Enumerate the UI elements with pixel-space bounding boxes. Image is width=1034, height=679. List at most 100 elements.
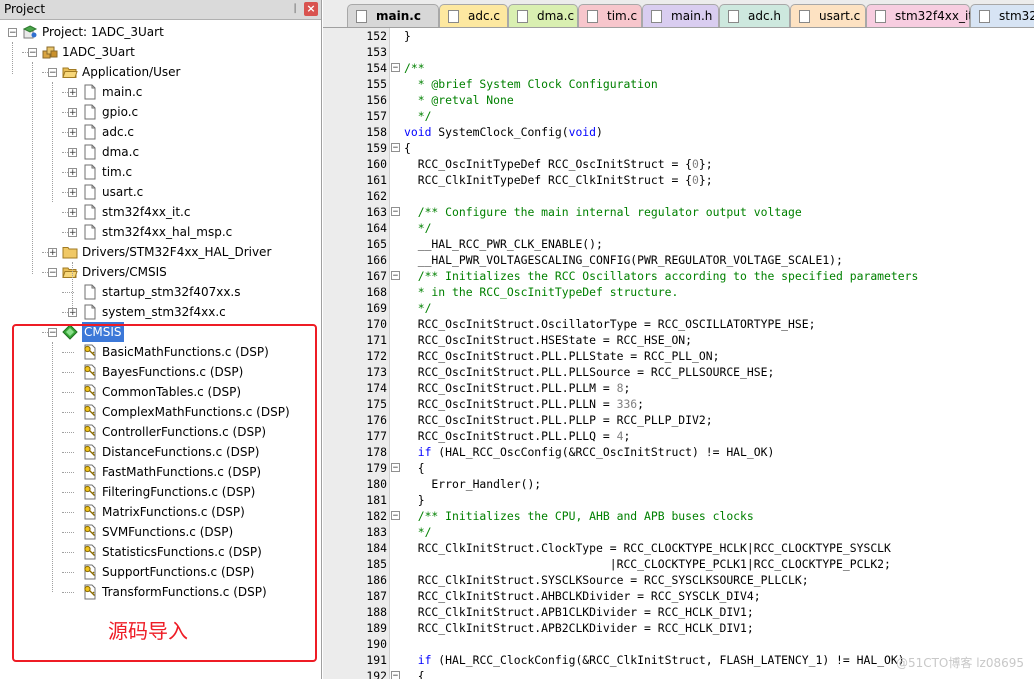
tree-item[interactable]: + usart.c	[0, 182, 318, 202]
expand-icon[interactable]: +	[68, 88, 77, 98]
fold-collapse-icon[interactable]: −	[391, 143, 400, 153]
code-line[interactable]: 165 __HAL_RCC_PWR_CLK_ENABLE();	[323, 236, 1034, 252]
code-line[interactable]: 187 RCC_ClkInitStruct.AHBCLKDivider = RC…	[323, 588, 1034, 604]
fold-collapse-icon[interactable]: −	[391, 511, 400, 521]
tab-adc-h[interactable]: adc.h	[719, 4, 790, 27]
tab-main-h[interactable]: main.h	[642, 4, 719, 27]
code-line[interactable]: 180 Error_Handler();	[323, 476, 1034, 492]
tree-item[interactable]: − Drivers/CMSIS	[0, 262, 318, 282]
tree-item[interactable]: startup_stm32f407xx.s	[0, 282, 318, 302]
code-text: {	[404, 669, 425, 679]
code-text: RCC_OscInitStruct.PLL.PLLM = 8;	[404, 381, 631, 395]
expand-icon[interactable]: +	[68, 228, 77, 238]
tab-stm32f4xx-it-c[interactable]: stm32f4xx_it.c	[866, 4, 983, 27]
line-number: 189	[366, 621, 387, 635]
tree-item[interactable]: + Drivers/STM32F4xx_HAL_Driver	[0, 242, 318, 262]
code-line[interactable]: 185 |RCC_CLOCKTYPE_PCLK1|RCC_CLOCKTYPE_P…	[323, 556, 1034, 572]
tree-item[interactable]: + main.c	[0, 82, 318, 102]
tree-item[interactable]: − 1ADC_3Uart	[0, 42, 318, 62]
tree-guide-line	[32, 62, 33, 274]
code-line[interactable]: 177 RCC_OscInitStruct.PLL.PLLQ = 4;	[323, 428, 1034, 444]
code-line[interactable]: 157 */	[323, 108, 1034, 124]
tree-item[interactable]: + stm32f4xx_hal_msp.c	[0, 222, 318, 242]
code-line[interactable]: 156 * @retval None	[323, 92, 1034, 108]
code-line[interactable]: 158 void SystemClock_Config(void)	[323, 124, 1034, 140]
code-line[interactable]: 170 RCC_OscInitStruct.OscillatorType = R…	[323, 316, 1034, 332]
tree-item[interactable]: + stm32f4xx_it.c	[0, 202, 318, 222]
code-line[interactable]: 182− /** Initializes the CPU, AHB and AP…	[323, 508, 1034, 524]
expand-icon[interactable]: +	[68, 148, 77, 158]
fold-collapse-icon[interactable]: −	[391, 671, 400, 679]
code-line[interactable]: 173 RCC_OscInitStruct.PLL.PLLSource = RC…	[323, 364, 1034, 380]
line-number: 178	[366, 445, 387, 459]
expand-icon[interactable]: +	[68, 128, 77, 138]
code-line[interactable]: 188 RCC_ClkInitStruct.APB1CLKDivider = R…	[323, 604, 1034, 620]
code-line[interactable]: 183 */	[323, 524, 1034, 540]
code-line[interactable]: 155 * @brief System Clock Configuration	[323, 76, 1034, 92]
pin-icon[interactable]: ᛁ	[288, 2, 302, 16]
code-line[interactable]: 154−/**	[323, 60, 1034, 76]
line-number: 172	[366, 349, 387, 363]
tab-stm32f4xx[interactable]: stm32f4xx	[970, 4, 1034, 27]
code-line[interactable]: 159−{	[323, 140, 1034, 156]
line-number: 154	[366, 61, 387, 75]
expand-icon[interactable]: +	[68, 188, 77, 198]
file-icon	[82, 284, 98, 300]
collapse-icon[interactable]: −	[8, 28, 17, 38]
tree-item[interactable]: − Project: 1ADC_3Uart	[0, 22, 318, 42]
tree-item[interactable]: + gpio.c	[0, 102, 318, 122]
code-line[interactable]: 162	[323, 188, 1034, 204]
collapse-icon[interactable]: −	[28, 48, 37, 58]
tree-item-label: 1ADC_3Uart	[62, 45, 135, 59]
tab-main-c[interactable]: main.c	[347, 4, 439, 27]
tab-label: dma.c	[537, 9, 575, 23]
code-line[interactable]: 166 __HAL_PWR_VOLTAGESCALING_CONFIG(PWR_…	[323, 252, 1034, 268]
code-line[interactable]: 153	[323, 44, 1034, 60]
tab-usart-c[interactable]: usart.c	[790, 4, 866, 27]
code-line[interactable]: 164 */	[323, 220, 1034, 236]
tree-item[interactable]: + system_stm32f4xx.c	[0, 302, 318, 322]
code-line[interactable]: 174 RCC_OscInitStruct.PLL.PLLM = 8;	[323, 380, 1034, 396]
code-line[interactable]: 176 RCC_OscInitStruct.PLL.PLLP = RCC_PLL…	[323, 412, 1034, 428]
code-line[interactable]: 190	[323, 636, 1034, 652]
code-line[interactable]: 161 RCC_ClkInitTypeDef RCC_ClkInitStruct…	[323, 172, 1034, 188]
code-line[interactable]: 167− /** Initializes the RCC Oscillators…	[323, 268, 1034, 284]
code-line[interactable]: 163− /** Configure the main internal reg…	[323, 204, 1034, 220]
code-line[interactable]: 179− {	[323, 460, 1034, 476]
tab-dma-c[interactable]: dma.c	[508, 4, 578, 27]
line-number: 159	[366, 141, 387, 155]
code-text: /** Initializes the CPU, AHB and APB bus…	[404, 509, 754, 523]
code-line[interactable]: 181 }	[323, 492, 1034, 508]
code-line[interactable]: 168 * in the RCC_OscInitTypeDef structur…	[323, 284, 1034, 300]
fold-collapse-icon[interactable]: −	[391, 207, 400, 217]
expand-icon[interactable]: +	[48, 248, 57, 258]
code-line[interactable]: 160 RCC_OscInitTypeDef RCC_OscInitStruct…	[323, 156, 1034, 172]
code-line[interactable]: 184 RCC_ClkInitStruct.ClockType = RCC_CL…	[323, 540, 1034, 556]
code-text: RCC_ClkInitStruct.AHBCLKDivider = RCC_SY…	[404, 589, 761, 603]
collapse-icon[interactable]: −	[48, 68, 57, 78]
code-text: RCC_ClkInitStruct.APB2CLKDivider = RCC_H…	[404, 621, 754, 635]
fold-collapse-icon[interactable]: −	[391, 271, 400, 281]
collapse-icon[interactable]: −	[48, 268, 57, 278]
fold-collapse-icon[interactable]: −	[391, 463, 400, 473]
code-line[interactable]: 152}	[323, 28, 1034, 44]
code-line[interactable]: 178 if (HAL_RCC_OscConfig(&RCC_OscInitSt…	[323, 444, 1034, 460]
tab-tim-c[interactable]: tim.c	[578, 4, 642, 27]
close-panel-button[interactable]: ×	[304, 2, 318, 16]
code-line[interactable]: 169 */	[323, 300, 1034, 316]
tree-item[interactable]: − Application/User	[0, 62, 318, 82]
expand-icon[interactable]: +	[68, 208, 77, 218]
tab-adc-c[interactable]: adc.c	[439, 4, 508, 27]
expand-icon[interactable]: +	[68, 108, 77, 118]
fold-collapse-icon[interactable]: −	[391, 63, 400, 73]
code-line[interactable]: 172 RCC_OscInitStruct.PLL.PLLState = RCC…	[323, 348, 1034, 364]
code-line[interactable]: 175 RCC_OscInitStruct.PLL.PLLN = 336;	[323, 396, 1034, 412]
expand-icon[interactable]: +	[68, 168, 77, 178]
tree-item[interactable]: + dma.c	[0, 142, 318, 162]
tree-item[interactable]: + adc.c	[0, 122, 318, 142]
code-editor[interactable]: 152} 153 154−/** 155 * @brief System Clock …	[323, 28, 1034, 679]
code-line[interactable]: 186 RCC_ClkInitStruct.SYSCLKSource = RCC…	[323, 572, 1034, 588]
code-line[interactable]: 171 RCC_OscInitStruct.HSEState = RCC_HSE…	[323, 332, 1034, 348]
tree-item[interactable]: + tim.c	[0, 162, 318, 182]
code-line[interactable]: 189 RCC_ClkInitStruct.APB2CLKDivider = R…	[323, 620, 1034, 636]
